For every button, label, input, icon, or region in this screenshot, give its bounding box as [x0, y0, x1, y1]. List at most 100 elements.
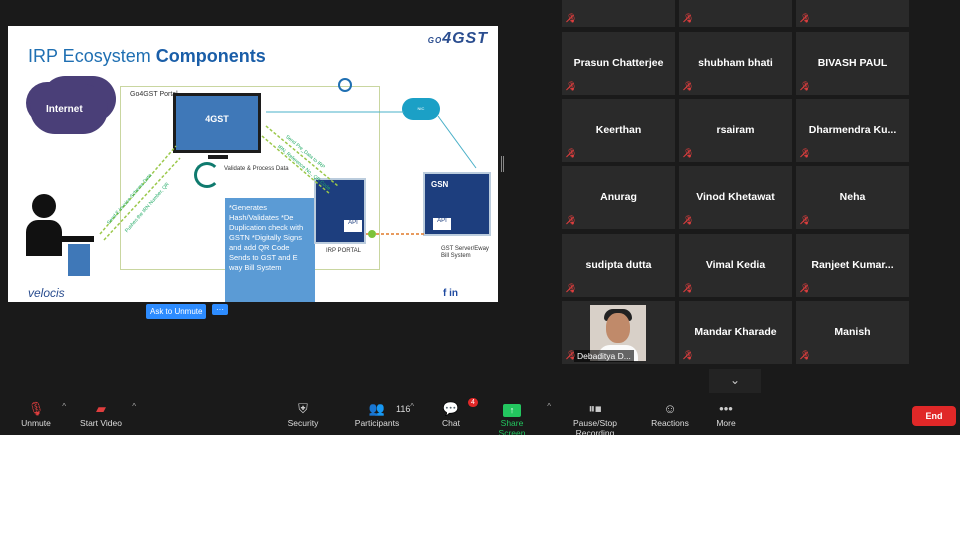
user-at-desk-icon — [16, 194, 96, 284]
mic-off-icon: 🎙 — [800, 215, 812, 225]
participant-tile[interactable]: Keerthan 🎙 — [562, 99, 675, 162]
participant-tile[interactable]: Manish 🎙 — [796, 301, 909, 364]
mic-off-icon: 🎙 — [800, 283, 812, 293]
mic-off-icon: 🎙 — [800, 148, 812, 158]
chevron-down-icon[interactable]: ⌄ — [709, 369, 761, 393]
mic-off-icon: 🎙 — [566, 148, 578, 158]
participant-tile[interactable]: Dharmendra Ku... 🎙 — [796, 99, 909, 162]
security-label: Security — [287, 418, 319, 428]
mic-off-icon: 🎙 — [683, 350, 695, 360]
pause-stop-recording-button[interactable]: ⏸⏹ Pause/Stop Recording — [553, 400, 637, 435]
arrow-send-irp — [265, 125, 339, 187]
participant-tile[interactable]: Prasun Chatterjee 🎙 — [562, 32, 675, 95]
chat-label: Chat — [442, 418, 460, 428]
start-video-button[interactable]: ▰ Start Video ^ — [80, 400, 136, 428]
audio-options-caret[interactable]: ^ — [62, 402, 66, 411]
participant-name: sudipta dutta — [585, 259, 652, 271]
chat-icon: 💬 — [442, 401, 460, 416]
participant-tile[interactable]: Neha 🎙 — [796, 166, 909, 229]
participant-name: Prasun Chatterjee — [573, 57, 664, 69]
participant-tile[interactable]: Ranjeet Kumar... 🎙 — [796, 234, 909, 297]
junction-dot — [368, 230, 376, 238]
mic-off-icon: 🎙 — [566, 283, 578, 293]
chat-button[interactable]: 💬 4 Chat — [440, 398, 478, 428]
participant-tile[interactable]: Anurag 🎙 — [562, 166, 675, 229]
tile-more-button[interactable]: ··· — [212, 304, 228, 315]
participant-name: Ranjeet Kumar... — [811, 259, 894, 271]
security-button[interactable]: ⛨ Security — [287, 400, 319, 428]
mic-off-icon: 🎙 — [683, 81, 695, 91]
mic-off-icon: 🎙 — [27, 401, 45, 416]
participant-tile[interactable]: sudipta dutta 🎙 — [562, 234, 675, 297]
reactions-label: Reactions — [651, 418, 689, 428]
participant-tile[interactable]: Vimal Kedia 🎙 — [679, 234, 792, 297]
participants-label: Participants — [354, 418, 400, 428]
more-label: More — [716, 418, 736, 428]
participant-name: Anurag — [600, 191, 637, 203]
participant-tile[interactable]: Debaditya D... 🎙 — [562, 301, 675, 364]
participant-name: Mandar Kharade — [694, 326, 777, 338]
end-meeting-button[interactable]: End — [912, 406, 956, 426]
mic-off-icon: 🎙 — [566, 215, 578, 225]
more-dots-icon: ••• — [719, 401, 733, 416]
arrow-push-irn — [103, 157, 181, 241]
participant-tile-partial: 🎙 — [796, 0, 909, 27]
participant-name: Dharmendra Ku... — [808, 124, 897, 136]
participant-tile-partial: 🎙 — [562, 0, 675, 27]
participants-button[interactable]: 👥 116 Participants ^ — [354, 400, 414, 428]
mic-off-icon: 🎙 — [800, 81, 812, 91]
participants-icon: 👥 — [368, 401, 386, 416]
participant-tile[interactable]: Mandar Kharade 🎙 — [679, 301, 792, 364]
participant-name: Vinod Khetawat — [696, 191, 775, 203]
desk — [46, 236, 94, 242]
velocis-logo: velocis — [28, 286, 65, 300]
mic-off-icon: 🎙 — [800, 13, 812, 23]
reactions-icon: ☺ — [663, 401, 677, 416]
participant-tile[interactable]: Vinod Khetawat 🎙 — [679, 166, 792, 229]
participant-tile[interactable]: rsairam 🎙 — [679, 99, 792, 162]
participant-tile-partial: 🎙 — [679, 0, 792, 27]
mic-off-icon: 🎙 — [683, 283, 695, 293]
participant-name: Vimal Kedia — [705, 259, 766, 271]
participant-name: Neha — [839, 191, 866, 203]
shared-screen: IRP Ecosystem Components GO4GST Internet… — [8, 26, 498, 302]
participant-name: rsairam — [716, 124, 755, 136]
social-icons: f in — [443, 288, 458, 299]
mic-off-icon: 🎙 — [800, 350, 812, 360]
mic-off-icon: 🎙 — [683, 13, 695, 23]
ask-to-unmute-button[interactable]: Ask to Unmute — [146, 304, 207, 319]
participant-name: Debaditya D... — [574, 350, 634, 362]
participants-count: 116 — [396, 404, 411, 414]
mic-off-icon: 🎙 — [683, 148, 695, 158]
participant-name: BIVASH PAUL — [817, 57, 888, 69]
line-nic-gst — [437, 115, 477, 169]
share-screen-label: Share Screen — [498, 418, 526, 435]
video-options-caret[interactable]: ^ — [132, 402, 136, 411]
participant-name: Keerthan — [595, 124, 642, 136]
reactions-button[interactable]: ☺ Reactions — [651, 400, 689, 428]
mic-off-icon: 🎙 — [683, 215, 695, 225]
zoom-meeting-window: IRP Ecosystem Components GO4GST Internet… — [0, 0, 960, 435]
document-icon — [68, 244, 90, 276]
start-video-label: Start Video — [80, 418, 122, 428]
split-view-divider[interactable] — [501, 156, 504, 172]
more-button[interactable]: ••• More — [714, 400, 738, 428]
user-head — [32, 194, 56, 218]
unmute-button[interactable]: 🎙 Unmute ^ — [20, 400, 66, 428]
unmute-label: Unmute — [21, 418, 51, 428]
video-off-icon: ▰ — [96, 401, 106, 416]
participant-name: shubham bhati — [698, 57, 773, 69]
share-screen-icon: ↑ — [487, 400, 537, 418]
recording-label: Pause/Stop Recording — [573, 418, 617, 435]
participant-name: Manish — [834, 326, 871, 338]
shield-icon: ⛨ — [298, 401, 308, 416]
share-options-caret[interactable]: ^ — [547, 402, 551, 411]
mic-off-icon: 🎙 — [566, 81, 578, 91]
participants-caret[interactable]: ^ — [410, 402, 414, 411]
meeting-toolbar: 🎙 Unmute ^ ▰ Start Video ^ ⛨ Security 👥 … — [0, 395, 960, 435]
share-screen-button[interactable]: ↑ Share Screen ^ — [487, 400, 551, 435]
participant-tile[interactable]: BIVASH PAUL 🎙 — [796, 32, 909, 95]
mic-off-icon: 🎙 — [566, 13, 578, 23]
pause-stop-icon: ⏸⏹ — [588, 401, 602, 416]
participant-tile[interactable]: shubham bhati 🎙 — [679, 32, 792, 95]
